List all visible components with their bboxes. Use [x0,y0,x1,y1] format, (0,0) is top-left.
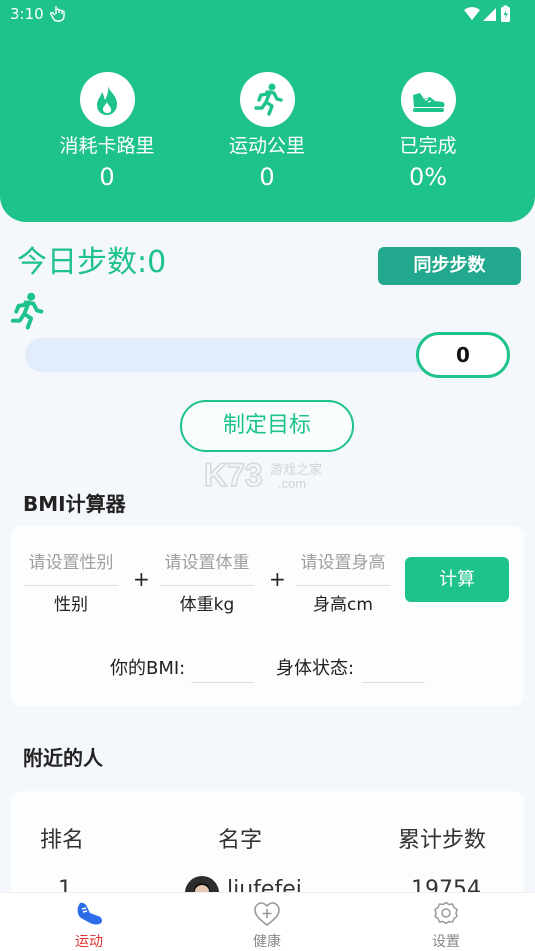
today-steps-title: 今日步数:0 [17,245,167,280]
height-placeholder[interactable]: 请设置身高 [296,551,390,586]
status-time: 3:10 [10,5,44,23]
watermark-domain: .com [278,476,306,491]
height-field[interactable]: 请设置身高 身高cm [296,551,390,616]
stat-label: 消耗卡路里 [59,135,155,157]
rank-header: 排名 [40,828,85,853]
tab-label: 设置 [432,934,460,950]
stat-label: 已完成 [399,135,457,157]
stat-icon-circle [239,72,295,127]
tab-label: 健康 [253,934,281,950]
bmi-card: 请设置性别 性别 + 请设置体重 体重kg + 请设置身高 身高cm 计算 你的… [11,526,524,706]
stat-distance: 运动公里 0 [187,72,347,191]
stat-value: 0% [408,163,448,191]
touch-hand-icon [50,6,65,22]
calculate-button[interactable]: 计算 [405,557,509,602]
nearby-section-title: 附近的人 [23,746,103,770]
tab-settings[interactable]: 设置 [401,901,491,951]
weight-field[interactable]: 请设置体重 体重kg [160,551,254,616]
sneaker-icon [412,93,444,112]
stat-calories: 消耗卡路里 0 [27,72,187,191]
weight-placeholder[interactable]: 请设置体重 [160,551,254,586]
steps-header: 累计步数 [398,828,487,853]
name-header: 名字 [218,828,263,853]
stat-value: 0 [99,163,115,191]
wifi-icon [464,7,480,20]
plus-sign: + [269,567,286,591]
bmi-section-title: BMI计算器 [23,492,126,516]
stat-icon-circle [79,72,135,127]
height-label: 身高cm [313,595,373,615]
stats-header: 3:10 消耗卡路里 0 运动公里 0 已完成 0% [0,0,535,222]
set-goal-button[interactable]: 制定目标 [180,400,354,452]
stat-label: 运动公里 [228,135,305,157]
site-watermark: K73 游戏之家 .com [204,458,322,492]
weight-label: 体重kg [179,595,235,615]
tab-label: 运动 [75,934,103,950]
steps-progress-value: 0 [416,332,510,378]
gear-icon [434,901,458,925]
stat-completed: 已完成 0% [348,72,508,191]
tab-health[interactable]: 健康 [222,901,312,951]
running-man-icon [10,292,44,330]
sport-screen: 3:10 消耗卡路里 0 运动公里 0 已完成 0% 今日步数:0 同步步数 0… [0,0,535,951]
body-status-underline [362,682,425,683]
bmi-value-label: 你的BMI: [110,658,186,679]
bmi-value-underline [191,682,254,683]
sync-steps-button[interactable]: 同步步数 [378,247,521,285]
watermark-main: K73 [204,458,263,492]
sneaker-tab-icon [77,902,102,925]
status-icons [464,5,510,22]
heart-plus-icon [254,902,280,927]
signal-icon [483,8,496,21]
stat-value: 0 [259,163,275,191]
stat-icon-circle [400,72,456,127]
body-status-label: 身体状态: [276,658,355,679]
gender-label: 性别 [54,595,88,615]
plus-sign: + [133,567,150,591]
tab-sport[interactable]: 运动 [44,901,134,951]
gender-placeholder[interactable]: 请设置性别 [24,551,118,586]
running-man-icon [253,83,283,116]
flame-icon [96,85,117,115]
bottom-tab-bar: 运动 健康 设置 [0,892,535,951]
gender-field[interactable]: 请设置性别 性别 [24,551,118,616]
